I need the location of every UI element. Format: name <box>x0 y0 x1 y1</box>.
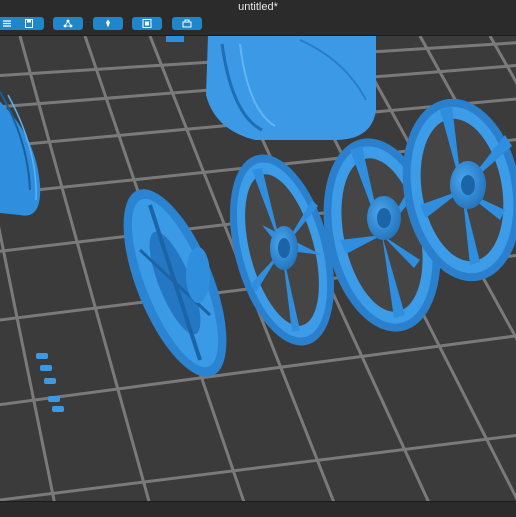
3d-viewport[interactable] <box>0 36 516 501</box>
save-button[interactable] <box>14 17 44 30</box>
build-plate-scene[interactable] <box>0 36 516 501</box>
menu-icon <box>3 20 11 27</box>
print-icon <box>182 19 192 28</box>
print-button[interactable] <box>172 17 202 30</box>
save-icon <box>25 19 33 28</box>
share-button[interactable] <box>53 17 83 30</box>
slice-icon <box>142 19 152 28</box>
status-bar <box>0 501 516 517</box>
window-title: untitled* <box>238 1 278 13</box>
support-button[interactable] <box>93 17 123 30</box>
share-icon <box>63 19 73 28</box>
support-icon <box>106 19 110 28</box>
slice-button[interactable] <box>132 17 162 30</box>
title-bar: untitled* <box>0 0 516 36</box>
